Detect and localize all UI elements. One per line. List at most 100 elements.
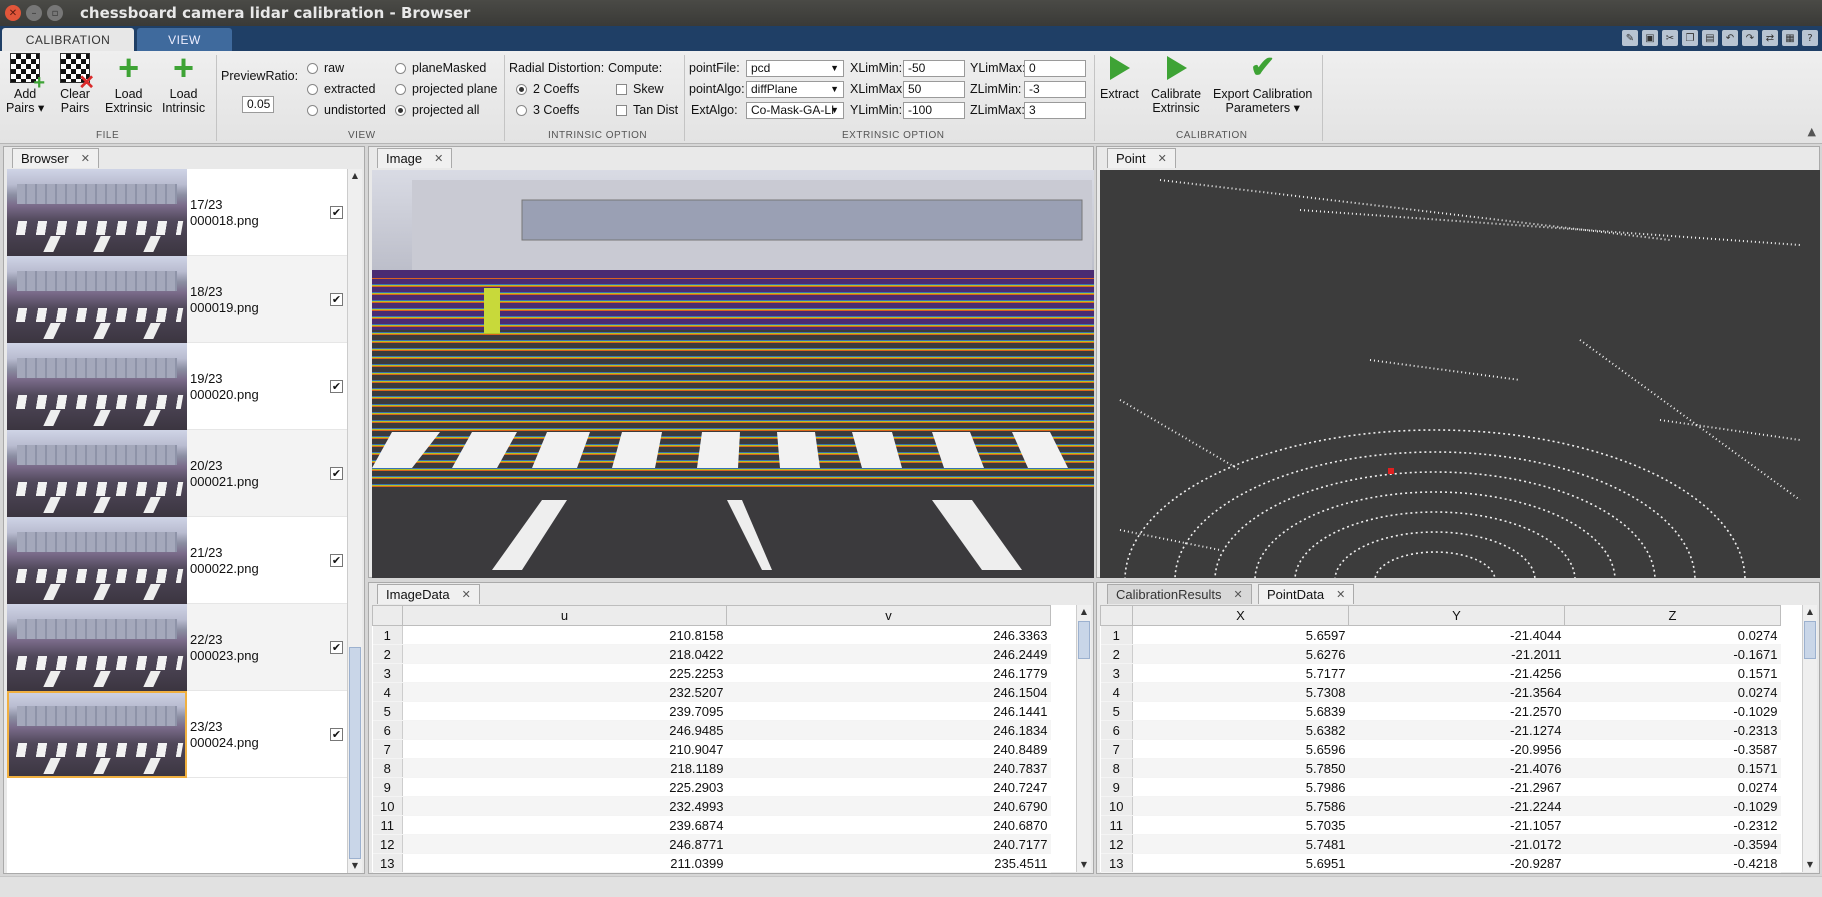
checkbox-tan-dist[interactable]: Tan Dist bbox=[616, 103, 678, 117]
tab-image-data[interactable]: ImageData ✕ bbox=[377, 584, 480, 604]
table-row[interactable]: 7 210.9047 240.8489 bbox=[372, 739, 1051, 759]
table-row[interactable]: 9 5.7986 -21.2967 0.0274 bbox=[1100, 777, 1781, 797]
table-cell[interactable]: 218.1189 bbox=[402, 758, 727, 778]
table-row[interactable]: 10 5.7586 -21.2244 -0.1029 bbox=[1100, 796, 1781, 816]
undo-icon[interactable]: ↶ bbox=[1722, 30, 1738, 46]
table-cell[interactable]: 246.8771 bbox=[402, 834, 727, 854]
lidar-point-view[interactable] bbox=[1100, 170, 1820, 578]
table-cell[interactable]: 5.6276 bbox=[1132, 644, 1349, 664]
radio-2-coeffs[interactable]: 2 Coeffs bbox=[516, 82, 579, 96]
radio-undistorted[interactable]: undistorted bbox=[307, 103, 386, 117]
table-row[interactable]: 4 5.7308 -21.3564 0.0274 bbox=[1100, 682, 1781, 702]
table-cell[interactable]: 5.7035 bbox=[1132, 815, 1349, 835]
table-cell[interactable]: 5.6597 bbox=[1132, 625, 1349, 645]
close-tab-icon[interactable]: ✕ bbox=[81, 152, 90, 165]
table-row[interactable]: 12 5.7481 -21.0172 -0.3594 bbox=[1100, 834, 1781, 854]
preview-ratio-field[interactable]: 0.05 bbox=[242, 96, 274, 113]
table-cell[interactable]: 0.0274 bbox=[1564, 682, 1781, 702]
table-row[interactable]: 8 218.1189 240.7837 bbox=[372, 758, 1051, 778]
table-cell[interactable]: 211.0399 bbox=[402, 853, 727, 873]
table-row[interactable]: 2 5.6276 -21.2011 -0.1671 bbox=[1100, 644, 1781, 664]
table-cell[interactable]: 246.3363 bbox=[726, 625, 1051, 645]
tab-browser[interactable]: Browser ✕ bbox=[12, 148, 99, 168]
table-cell[interactable]: 5.7177 bbox=[1132, 663, 1349, 683]
close-tab-icon[interactable]: ✕ bbox=[1336, 588, 1345, 601]
table-cell[interactable]: 240.6790 bbox=[726, 796, 1051, 816]
table-cell[interactable]: 5.7586 bbox=[1132, 796, 1349, 816]
table-cell[interactable]: -21.2967 bbox=[1348, 777, 1565, 797]
point-data-scrollbar[interactable]: ▲ ▼ bbox=[1802, 605, 1817, 872]
load-extrinsic-button[interactable]: + Load Extrinsic bbox=[105, 50, 152, 116]
collapse-ribbon-icon[interactable]: ▲ bbox=[1808, 125, 1816, 138]
table-row[interactable]: 6 5.6382 -21.1274 -0.2313 bbox=[1100, 720, 1781, 740]
xlimmin-field[interactable]: -50 bbox=[903, 60, 965, 77]
list-item[interactable]: 18/23 000019.png ✔ bbox=[7, 256, 350, 343]
table-cell[interactable]: 246.2449 bbox=[726, 644, 1051, 664]
redo-icon[interactable]: ↷ bbox=[1742, 30, 1758, 46]
list-item[interactable]: 21/23 000022.png ✔ bbox=[7, 517, 350, 604]
item-checkbox[interactable]: ✔ bbox=[330, 728, 343, 741]
table-cell[interactable]: -21.3564 bbox=[1348, 682, 1565, 702]
export-calibration-button[interactable]: ✔ Export Calibration Parameters ▾ bbox=[1213, 53, 1312, 116]
table-cell[interactable]: -21.1057 bbox=[1348, 815, 1565, 835]
table-cell[interactable]: 210.9047 bbox=[402, 739, 727, 759]
table-cell[interactable]: -0.1029 bbox=[1564, 796, 1781, 816]
table-cell[interactable]: 5.6382 bbox=[1132, 720, 1349, 740]
tab-point[interactable]: Point ✕ bbox=[1107, 148, 1176, 168]
table-cell[interactable]: -21.2570 bbox=[1348, 701, 1565, 721]
table-cell[interactable]: -0.2312 bbox=[1564, 815, 1781, 835]
table-row[interactable]: 13 211.0399 235.4511 bbox=[372, 853, 1051, 873]
table-cell[interactable]: -21.4076 bbox=[1348, 758, 1565, 778]
ylimmax-field[interactable]: 0 bbox=[1024, 60, 1086, 77]
table-cell[interactable]: 5.6951 bbox=[1132, 853, 1349, 873]
image-data-scrollbar[interactable]: ▲ ▼ bbox=[1076, 605, 1091, 872]
xlimmax-field[interactable]: 50 bbox=[903, 81, 965, 98]
table-cell[interactable]: 0.1571 bbox=[1564, 758, 1781, 778]
item-checkbox[interactable]: ✔ bbox=[330, 293, 343, 306]
point-data-table[interactable]: X Y Z 1 5.6597 -21.4044 0.0274 2 5.6276 -21.20… bbox=[1100, 605, 1803, 873]
table-row[interactable]: 4 232.5207 246.1504 bbox=[372, 682, 1051, 702]
switch-window-icon[interactable]: ⇄ bbox=[1762, 30, 1778, 46]
cut-icon[interactable]: ✂ bbox=[1662, 30, 1678, 46]
table-cell[interactable]: -0.1671 bbox=[1564, 644, 1781, 664]
close-tab-icon[interactable]: ✕ bbox=[462, 588, 471, 601]
table-cell[interactable]: 239.7095 bbox=[402, 701, 727, 721]
list-item[interactable]: 19/23 000020.png ✔ bbox=[7, 343, 350, 430]
table-cell[interactable]: 240.6870 bbox=[726, 815, 1051, 835]
table-cell[interactable]: 210.8158 bbox=[402, 625, 727, 645]
point-algo-select[interactable]: diffPlane ▼ bbox=[746, 81, 844, 98]
calibrate-extrinsic-button[interactable]: Calibrate Extrinsic bbox=[1151, 53, 1201, 115]
item-checkbox[interactable]: ✔ bbox=[330, 380, 343, 393]
table-cell[interactable]: 240.7247 bbox=[726, 777, 1051, 797]
table-cell[interactable]: 218.0422 bbox=[402, 644, 727, 664]
add-pairs-button[interactable]: + Add Pairs ▾ bbox=[6, 53, 45, 115]
load-intrinsic-button[interactable]: + Load Intrinsic bbox=[162, 50, 205, 116]
extract-button[interactable]: Extract bbox=[1100, 53, 1139, 101]
zlimmin-field[interactable]: -3 bbox=[1024, 81, 1086, 98]
table-cell[interactable]: -21.0172 bbox=[1348, 834, 1565, 854]
table-cell[interactable]: -0.4218 bbox=[1564, 853, 1781, 873]
column-header-u[interactable]: u bbox=[402, 605, 727, 626]
item-checkbox[interactable]: ✔ bbox=[330, 554, 343, 567]
table-cell[interactable]: 225.2903 bbox=[402, 777, 727, 797]
radio-plane-masked[interactable]: planeMasked bbox=[395, 61, 486, 75]
edit-icon[interactable]: ✎ bbox=[1622, 30, 1638, 46]
zlimmax-field[interactable]: 3 bbox=[1024, 102, 1086, 119]
table-row[interactable]: 11 5.7035 -21.1057 -0.2312 bbox=[1100, 815, 1781, 835]
table-cell[interactable]: 0.1571 bbox=[1564, 663, 1781, 683]
table-row[interactable]: 6 246.9485 246.1834 bbox=[372, 720, 1051, 740]
table-cell[interactable]: -21.2244 bbox=[1348, 796, 1565, 816]
item-checkbox[interactable]: ✔ bbox=[330, 467, 343, 480]
close-window-button[interactable]: ✕ bbox=[5, 5, 21, 21]
table-cell[interactable]: 225.2253 bbox=[402, 663, 727, 683]
table-row[interactable]: 7 5.6596 -20.9956 -0.3587 bbox=[1100, 739, 1781, 759]
table-cell[interactable]: 246.9485 bbox=[402, 720, 727, 740]
table-row[interactable]: 2 218.0422 246.2449 bbox=[372, 644, 1051, 664]
column-header-x[interactable]: X bbox=[1132, 605, 1349, 626]
table-cell[interactable]: -21.4256 bbox=[1348, 663, 1565, 683]
tab-calibration-results[interactable]: CalibrationResults ✕ bbox=[1107, 584, 1252, 604]
clear-pairs-button[interactable]: ✕ Clear Pairs bbox=[60, 53, 95, 115]
table-cell[interactable]: -21.2011 bbox=[1348, 644, 1565, 664]
close-tab-icon[interactable]: ✕ bbox=[434, 152, 443, 165]
radio-3-coeffs[interactable]: 3 Coeffs bbox=[516, 103, 579, 117]
